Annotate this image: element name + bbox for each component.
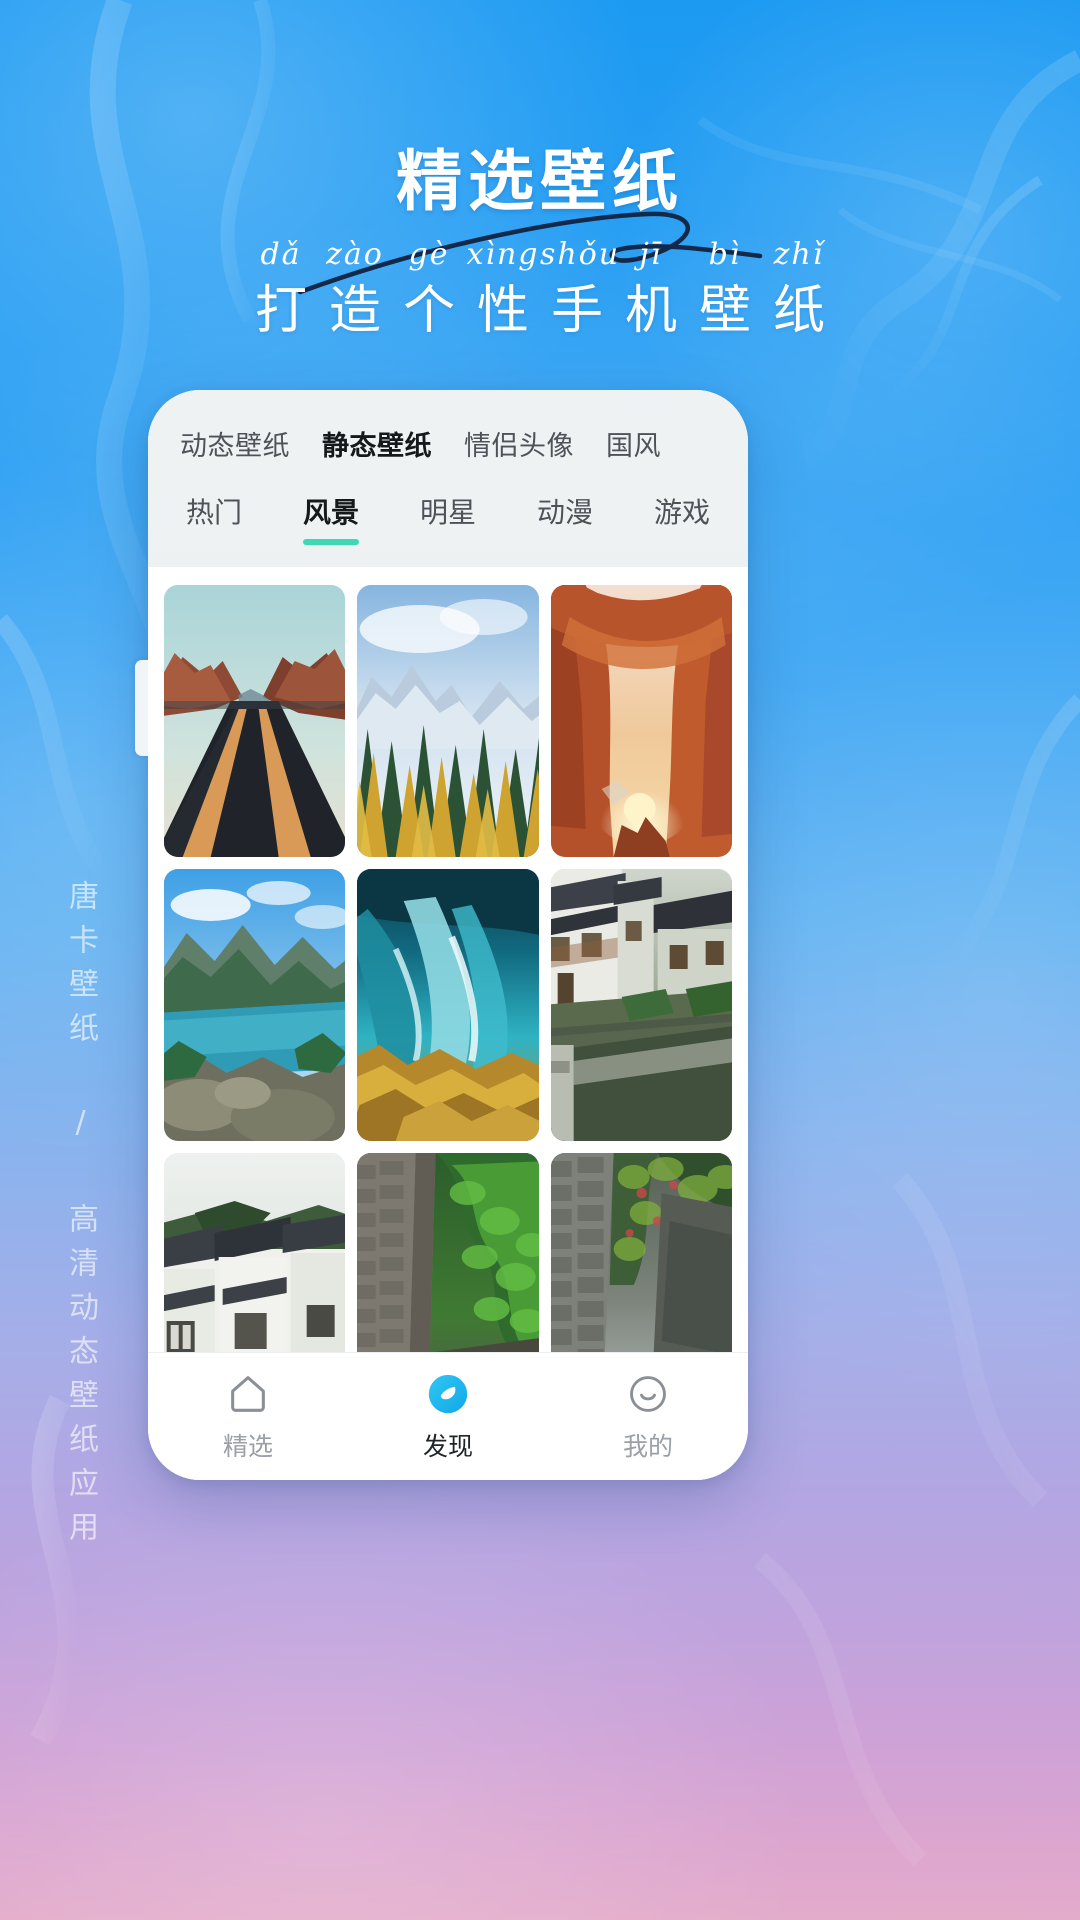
wallpaper-thumbnail-alpine-lake[interactable]: [164, 869, 346, 1141]
tab-dynamic-wallpaper[interactable]: 动态壁纸: [180, 424, 308, 463]
wallpaper-thumbnail-turquoise-waterfall[interactable]: [357, 869, 539, 1141]
subtitle-char: 性: [476, 281, 529, 341]
nav-item-featured[interactable]: 精选: [148, 1371, 348, 1463]
pinyin-syllable: dǎ: [260, 237, 302, 272]
phone-screen: 动态壁纸 静态壁纸 情侣头像 国风 热门 风景 明星 动漫 游戏 精选 发现 我…: [148, 390, 748, 1480]
smiley-icon: [630, 1375, 666, 1412]
category-tab-scenery[interactable]: 风景: [303, 491, 359, 545]
nav-label-featured: 精选: [222, 1431, 273, 1461]
subtitle-char: 个: [402, 281, 455, 341]
pinyin-syllable: gè: [408, 237, 450, 272]
nav-label-mine: 我的: [622, 1431, 673, 1461]
subtitle-char: 手: [550, 281, 603, 341]
pinyin-syllable: zào: [326, 237, 384, 272]
vertical-side-caption: 唐卡壁纸 / 高清动态壁纸应用: [63, 880, 98, 1555]
discover-icon: [428, 1374, 468, 1413]
wallpaper-grid: [164, 585, 732, 1352]
wallpaper-thumbnail-snow-mountain-forest[interactable]: [357, 585, 539, 857]
category-tab-celebrity[interactable]: 明星: [420, 491, 476, 545]
pinyin-syllable: jī: [639, 237, 663, 272]
bottom-navigation-bar: 精选 发现 我的: [148, 1352, 748, 1480]
subtitle-char: 机: [624, 281, 677, 341]
pinyin-syllable: xìng: [466, 237, 540, 272]
subtitle: 打造个性手机壁纸: [0, 268, 1080, 343]
nav-item-mine[interactable]: 我的: [548, 1371, 748, 1463]
wallpaper-thumbnail-desert-road[interactable]: [164, 585, 346, 857]
wallpaper-thumbnail-red-canyon-arch[interactable]: [550, 585, 732, 857]
main-tab-bar: 动态壁纸 静态壁纸 情侣头像 国风: [148, 424, 748, 463]
subtitle-char: 造: [328, 281, 381, 341]
subtitle-char: 纸: [772, 281, 825, 341]
nav-label-discover: 发现: [422, 1431, 473, 1461]
category-tab-hot[interactable]: 热门: [186, 491, 242, 545]
wallpaper-thumbnail-stone-alley-green[interactable]: [357, 1153, 539, 1352]
pinyin-syllable: zhǐ: [773, 237, 825, 272]
tab-chinese-style[interactable]: 国风: [606, 424, 679, 463]
category-tab-game[interactable]: 游戏: [654, 491, 710, 545]
wallpaper-thumbnail-water-town-canal[interactable]: [550, 869, 732, 1141]
wallpaper-grid-area: [148, 567, 748, 1352]
tab-couple-avatar[interactable]: 情侣头像: [464, 424, 592, 463]
nav-item-discover[interactable]: 发现: [348, 1371, 548, 1463]
wallpaper-thumbnail-ancient-village[interactable]: [164, 1153, 346, 1352]
home-icon: [231, 1375, 265, 1412]
wallpaper-thumbnail-stone-path-wall[interactable]: [550, 1153, 732, 1352]
pinyin-row: dǎ zào gè xìngshǒu jī bì zhǐ: [0, 237, 1080, 272]
tab-static-wallpaper[interactable]: 静态壁纸: [322, 424, 450, 463]
pinyin-syllable: shǒu: [540, 237, 621, 272]
pinyin-syllable: bì: [708, 237, 742, 272]
subtitle-char: 打: [254, 281, 307, 341]
tabs-section: 动态壁纸 静态壁纸 情侣头像 国风 热门 风景 明星 动漫 游戏: [148, 390, 748, 567]
category-tab-anime[interactable]: 动漫: [537, 491, 593, 545]
phone-mockup: 动态壁纸 静态壁纸 情侣头像 国风 热门 风景 明星 动漫 游戏 精选 发现 我…: [135, 390, 748, 1480]
category-tab-bar: 热门 风景 明星 动漫 游戏: [148, 491, 748, 567]
header: 精选壁纸 dǎ zào gè xìngshǒu jī bì zhǐ 打造个性手机壁纸: [0, 0, 1080, 400]
subtitle-char: 壁: [698, 281, 751, 341]
